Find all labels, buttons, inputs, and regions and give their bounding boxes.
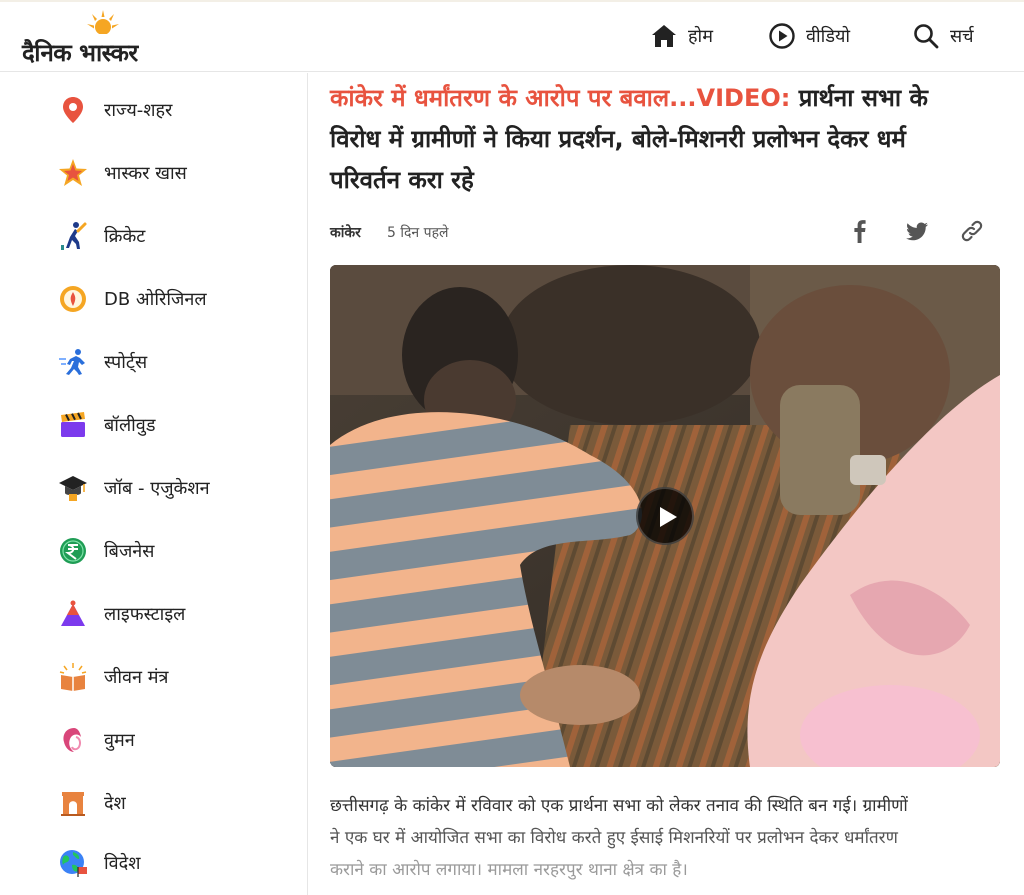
summary-line-3: कराने का आरोप लगाया। मामला नरहरपुर थाना … <box>330 860 688 880</box>
home-icon <box>652 25 676 47</box>
sidebar-item-label: DB ओरिजिनल <box>104 289 207 310</box>
sidebar-item-label: बॉलीवुड <box>104 415 156 436</box>
play-circle-icon <box>769 23 795 49</box>
article-location[interactable]: कांकेर <box>330 223 361 242</box>
sidebar-item-label: क्रिकेट <box>104 226 146 247</box>
article-timestamp: 5 दिन पहले <box>387 225 449 241</box>
sidebar-item-jeevan-mantra[interactable]: जीवन मंत्र <box>56 657 286 697</box>
twitter-icon <box>906 222 928 241</box>
sidebar-item-job-education[interactable]: जॉब - एजुकेशन <box>56 468 286 508</box>
sidebar-item-label: देश <box>104 793 126 814</box>
twitter-share-button[interactable] <box>903 217 931 245</box>
cricket-icon <box>56 219 90 253</box>
headline-kicker: कांकेर में धर्मांतरण के आरोप पर बवाल...V… <box>330 84 791 112</box>
star-icon <box>56 156 90 190</box>
sidebar-item-label: स्पोर्ट्स <box>104 352 148 373</box>
sidebar-item-label: वुमन <box>104 730 135 751</box>
video-play-button[interactable] <box>636 487 694 545</box>
nav-home[interactable]: होम <box>650 20 713 52</box>
db-original-icon <box>56 282 90 316</box>
india-gate-icon <box>56 786 90 820</box>
site-header: दैनिक भास्कर होम वीडियो सर्च <box>0 0 1024 72</box>
sidebar-item-label: बिजनेस <box>104 541 155 562</box>
sidebar-item-bhaskar-khas[interactable]: भास्कर खास <box>56 153 286 193</box>
sidebar-item-db-original[interactable]: DB ओरिजिनल <box>56 279 286 319</box>
woman-icon <box>56 723 90 757</box>
rupee-icon <box>56 534 90 568</box>
location-pin-icon <box>56 93 90 127</box>
sidebar-item-label: जॉब - एजुकेशन <box>104 478 210 499</box>
sidebar-item-label: जीवन मंत्र <box>104 667 169 688</box>
sidebar-item-business[interactable]: बिजनेस <box>56 531 286 571</box>
article-meta: कांकेर 5 दिन पहले <box>330 220 1000 245</box>
runner-icon <box>56 345 90 379</box>
link-icon <box>961 220 983 242</box>
facebook-icon <box>854 220 866 243</box>
header-top-border <box>0 0 1024 2</box>
sidebar: राज्य-शहर भास्कर खास क्रिकेट DB ओरिजिनल … <box>0 73 308 895</box>
sidebar-item-desh[interactable]: देश <box>56 783 286 823</box>
sidebar-item-bollywood[interactable]: बॉलीवुड <box>56 405 286 445</box>
play-icon <box>660 507 677 527</box>
search-icon <box>914 24 939 49</box>
book-icon <box>56 660 90 694</box>
nav-search-label: सर्च <box>950 26 974 47</box>
sidebar-item-lifestyle[interactable]: लाइफस्टाइल <box>56 594 286 634</box>
sidebar-item-label: लाइफस्टाइल <box>104 604 186 625</box>
nav-home-label: होम <box>688 26 713 47</box>
clapperboard-icon <box>56 408 90 442</box>
sidebar-item-label: राज्य-शहर <box>104 100 173 121</box>
article-card: कांकेर में धर्मांतरण के आरोप पर बवाल...V… <box>330 78 1000 880</box>
sidebar-item-label: भास्कर खास <box>104 163 187 184</box>
facebook-share-button[interactable] <box>846 217 874 245</box>
summary-line-1: छत्तीसगढ़ के कांकेर में रविवार को एक प्र… <box>330 796 908 816</box>
nav-video[interactable]: वीडियो <box>768 20 850 52</box>
sidebar-item-rajya-shahar[interactable]: राज्य-शहर <box>56 90 286 130</box>
lifestyle-icon <box>56 597 90 631</box>
copy-link-button[interactable] <box>958 217 986 245</box>
globe-icon <box>56 846 90 880</box>
site-logo[interactable]: दैनिक भास्कर <box>22 8 182 67</box>
nav-video-label: वीडियो <box>806 26 851 47</box>
nav-search[interactable]: सर्च <box>912 20 974 52</box>
sidebar-item-videsh[interactable]: विदेश <box>56 843 286 883</box>
sidebar-item-woman[interactable]: वुमन <box>56 720 286 760</box>
logo-text: दैनिक भास्कर <box>22 39 138 67</box>
article-headline[interactable]: कांकेर में धर्मांतरण के आरोप पर बवाल...V… <box>330 78 970 201</box>
article-video[interactable] <box>330 265 1000 767</box>
sidebar-item-sports[interactable]: स्पोर्ट्स <box>56 342 286 382</box>
sidebar-item-cricket[interactable]: क्रिकेट <box>56 216 286 256</box>
article-summary: छत्तीसगढ़ के कांकेर में रविवार को एक प्र… <box>330 790 1000 886</box>
sidebar-item-label: विदेश <box>104 853 141 874</box>
summary-line-2: ने एक घर में आयोजित सभा का विरोध करते हु… <box>330 828 898 848</box>
graduation-cap-icon <box>56 471 90 505</box>
